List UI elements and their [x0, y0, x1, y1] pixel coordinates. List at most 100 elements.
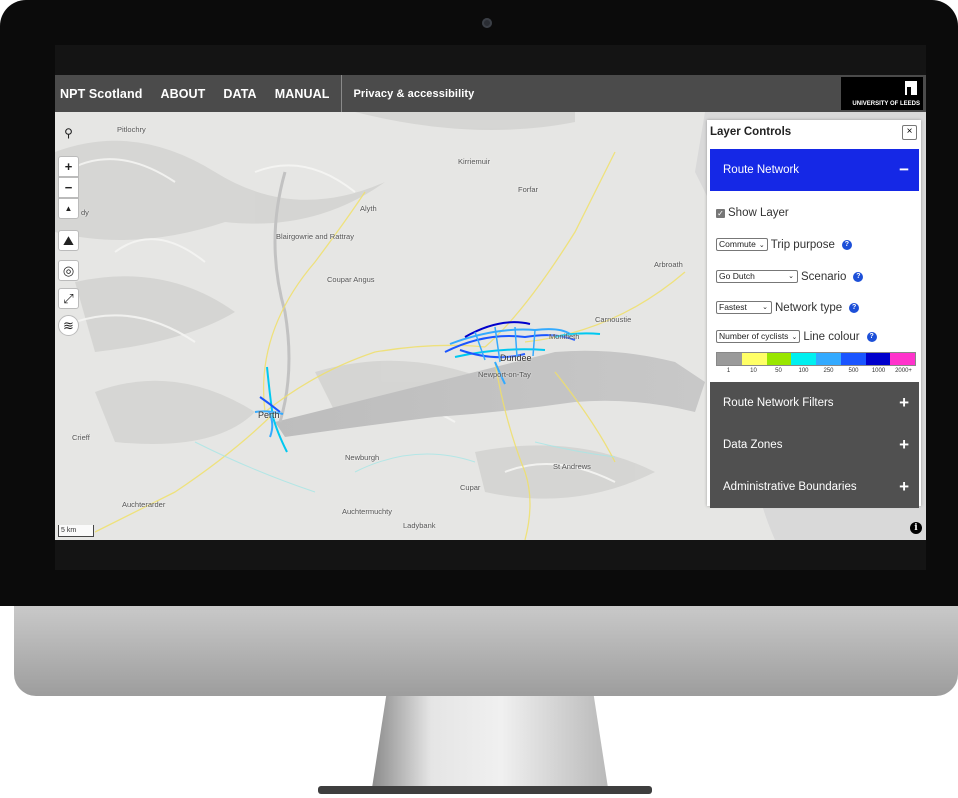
screen: NPT Scotland ABOUT DATA MANUAL Privacy &… — [55, 45, 926, 570]
network-type-row: Fastest ⌄ Network type ? — [716, 301, 860, 314]
place-ladybank: Ladybank — [403, 521, 436, 530]
legend-swatch — [741, 353, 767, 365]
collapse-icon[interactable]: − — [899, 149, 909, 191]
help-icon[interactable]: ? — [849, 302, 860, 313]
line-colour-row: Number of cyclists ⌄ Line colour ? — [716, 330, 877, 343]
route-network-filters-header[interactable]: Route Network Filters + — [710, 382, 919, 424]
fullscreen-icon[interactable]: ⤢ — [58, 288, 79, 309]
monitor-stand — [372, 696, 608, 788]
expand-icon[interactable]: + — [899, 424, 909, 466]
place-blairgowrie: Blairgowrie and Rattray — [276, 232, 354, 241]
place-auchtermuchty: Auchtermuchty — [342, 507, 393, 516]
locate-icon[interactable]: ◎ — [58, 260, 79, 281]
place-crieff: Crieff — [72, 433, 90, 442]
line-colour-value: Number of cyclists — [719, 331, 789, 341]
network-type-select[interactable]: Fastest ⌄ — [716, 301, 772, 314]
map[interactable]: Pitlochry Kirriemuir Forfar dy Alyth Bla… — [55, 112, 926, 540]
terrain-icon[interactable]: ⛰ — [58, 230, 79, 251]
nav-manual[interactable]: MANUAL — [266, 87, 339, 101]
cyclists-legend: 1 10 50 100 250 500 1000 2000+ — [716, 352, 916, 374]
nav-home[interactable]: NPT Scotland — [55, 87, 151, 101]
trip-purpose-label: Trip purpose — [770, 238, 835, 251]
legend-label: 2000+ — [895, 368, 912, 374]
legend-swatch — [791, 353, 816, 365]
layer-controls-panel: Layer Controls × Route Network − ✓ Show … — [707, 120, 921, 508]
trip-purpose-value: Commute — [719, 239, 756, 249]
place-perth: Perth — [258, 410, 280, 420]
monitor-base — [318, 786, 652, 794]
scenario-select[interactable]: Go Dutch ⌄ — [716, 270, 798, 283]
place-alyth: Alyth — [360, 204, 377, 213]
legend-color-bar — [716, 352, 916, 366]
legend-swatch — [816, 353, 841, 365]
show-layer-checkbox[interactable]: ✓ — [716, 208, 725, 218]
show-layer-label: Show Layer — [728, 207, 789, 219]
legend-label: 250 — [823, 368, 834, 374]
route-network-header[interactable]: Route Network − — [710, 149, 919, 191]
data-zones-label: Data Zones — [723, 439, 783, 451]
place-forfar: Forfar — [518, 185, 539, 194]
legend-swatch — [840, 353, 866, 365]
place-newport: Newport-on-Tay — [478, 370, 531, 379]
route-network-label: Route Network — [723, 164, 800, 176]
navbar: NPT Scotland ABOUT DATA MANUAL Privacy &… — [55, 75, 926, 112]
help-icon[interactable]: ? — [853, 271, 864, 282]
legend-labels: 1 10 50 100 250 500 1000 2000+ — [716, 368, 916, 374]
place-pitlochry: Pitlochry — [117, 125, 146, 134]
search-icon[interactable]: ⚲ — [58, 122, 79, 143]
compass-icon[interactable]: ▲ — [58, 198, 79, 219]
zoom-out-button[interactable]: − — [58, 177, 79, 198]
route-network-filters-label: Route Network Filters — [723, 397, 834, 409]
place-dy: dy — [81, 208, 89, 217]
line-colour-label: Line colour — [803, 330, 860, 343]
place-carnoustie: Carnoustie — [595, 315, 632, 324]
administrative-boundaries-label: Administrative Boundaries — [723, 481, 857, 493]
legend-label: 10 — [750, 368, 757, 374]
place-newburgh: Newburgh — [345, 453, 380, 462]
info-icon[interactable]: i — [910, 522, 922, 534]
nav-data[interactable]: DATA — [214, 87, 265, 101]
place-arbroath: Arbroath — [654, 260, 683, 269]
nav-about[interactable]: ABOUT — [151, 87, 214, 101]
webcam — [482, 18, 492, 28]
nav-divider — [341, 75, 343, 112]
line-colour-select[interactable]: Number of cyclists ⌄ — [716, 330, 801, 343]
legend-label: 500 — [848, 368, 859, 374]
legend-swatch — [890, 353, 915, 365]
layers-icon[interactable]: ≋ — [58, 315, 79, 336]
expand-icon[interactable]: + — [899, 466, 909, 508]
legend-swatch — [865, 353, 891, 365]
close-icon[interactable]: × — [902, 125, 917, 140]
place-cupar: Cupar — [460, 483, 481, 492]
place-auchterarder: Auchterarder — [122, 500, 166, 509]
legend-swatch — [717, 353, 742, 365]
trip-purpose-select[interactable]: Commute ⌄ — [716, 238, 768, 251]
zoom-in-button[interactable]: + — [58, 156, 79, 177]
monitor-chin — [14, 606, 958, 696]
place-kirriemuir: Kirriemuir — [458, 157, 491, 166]
help-icon[interactable]: ? — [841, 239, 852, 250]
help-icon[interactable]: ? — [866, 331, 877, 342]
network-type-label: Network type — [775, 301, 843, 314]
trip-purpose-row: Commute ⌄ Trip purpose ? — [716, 238, 852, 251]
place-monifieth: Monifieth — [549, 332, 580, 341]
data-zones-header[interactable]: Data Zones + — [710, 424, 919, 466]
screen-bottom-strip — [55, 540, 926, 570]
legend-label: 1 — [726, 368, 731, 374]
legend-label: 1000 — [871, 368, 886, 374]
show-layer-row[interactable]: ✓ Show Layer — [716, 207, 789, 219]
place-dundee: Dundee — [500, 353, 532, 363]
place-coupar-angus: Coupar Angus — [327, 275, 375, 284]
logo-mark-icon — [905, 81, 917, 95]
legend-swatch — [766, 353, 792, 365]
monitor-bezel: NPT Scotland ABOUT DATA MANUAL Privacy &… — [0, 0, 958, 606]
legend-label: 50 — [775, 368, 782, 374]
expand-icon[interactable]: + — [899, 382, 909, 424]
university-logo[interactable]: UNIVERSITY OF LEEDS — [841, 77, 923, 110]
chevron-down-icon: ⌄ — [762, 304, 768, 311]
scenario-label: Scenario — [801, 270, 847, 283]
panel-title: Layer Controls — [710, 126, 792, 138]
administrative-boundaries-header[interactable]: Administrative Boundaries + — [710, 466, 919, 508]
nav-privacy[interactable]: Privacy & accessibility — [344, 88, 483, 100]
logo-text: UNIVERSITY OF LEEDS — [852, 101, 920, 107]
